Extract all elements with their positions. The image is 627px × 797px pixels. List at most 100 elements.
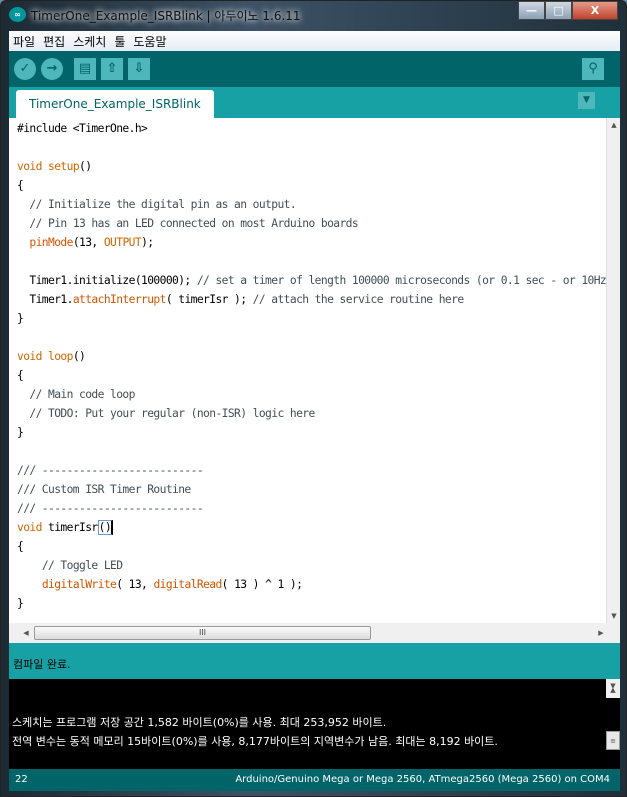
code-token: ); (141, 236, 154, 249)
code-line: /// -------------------------- (17, 499, 620, 518)
code-line: { (17, 537, 620, 556)
menu-help[interactable]: 도움말 (129, 33, 170, 50)
code-line: } (17, 309, 620, 328)
code-editor[interactable]: #include <TimerOne.h> void setup(){ // I… (9, 118, 620, 623)
scroll-up-icon[interactable]: ▲ (607, 118, 620, 132)
horizontal-scrollbar[interactable]: ◀ III ▶ (9, 623, 620, 643)
code-line: { (17, 366, 620, 385)
code-keyword: digitalWrite (41, 578, 117, 591)
board-info: Arduino/Genuino Mega or Mega 2560, ATmeg… (235, 774, 610, 785)
scroll-left-icon[interactable]: ◀ (19, 626, 33, 640)
console-output: 스케치는 프로그램 저장 공간 1,582 바이트(0%)를 사용. 최대 25… (9, 679, 620, 769)
code-line: digitalWrite( 13, digitalRead( 13 ) ^ 1 … (17, 575, 620, 594)
code-line: } (17, 594, 620, 613)
code-line: // Toggle LED (17, 556, 620, 575)
code-comment: /// -------------------------- (17, 464, 204, 477)
scroll-down-icon[interactable]: ▼ (606, 677, 620, 696)
code-token: Timer1.initialize(100000); (17, 274, 197, 287)
code-token: { (17, 369, 24, 382)
code-line: // TODO: Put your regular (non-ISR) logi… (17, 404, 620, 423)
menu-sketch[interactable]: 스케치 (69, 33, 110, 50)
code-line: /// Custom ISR Timer Routine (17, 480, 620, 499)
console-scrollbar[interactable]: ▲ ≡ ▼ (606, 677, 620, 750)
code-token: ( 13, (116, 578, 154, 591)
code-keyword: digitalRead (153, 578, 222, 591)
code-token: (13, (72, 236, 104, 249)
tab-bar: TimerOne_Example_ISRBlink ▼ (9, 87, 620, 118)
code-token: () (79, 160, 92, 173)
code-keyword: attachInterrupt (72, 293, 167, 306)
code-comment: /// Custom ISR Timer Routine (17, 483, 191, 496)
tab-menu-button[interactable]: ▼ (578, 92, 595, 109)
code-comment: /// -------------------------- (17, 502, 204, 515)
status-message: 컴파일 완료. (9, 643, 620, 679)
code-line: /// -------------------------- (17, 461, 620, 480)
upload-button[interactable]: → (41, 58, 63, 80)
code-keyword: void (17, 160, 42, 173)
code-comment: // Pin 13 has an LED connected on most A… (29, 217, 359, 230)
console-line: 스케치는 프로그램 저장 공간 1,582 바이트(0%)를 사용. 최대 25… (12, 716, 387, 729)
code-keyword: setup (48, 160, 80, 173)
code-token: () (72, 350, 86, 363)
code-comment: // set a timer of length 100000 microsec… (196, 274, 620, 287)
title-bar: ∞ TimerOne_Example_ISRBlink | 아두이노 1.6.1… (1, 1, 626, 31)
code-keyword: loop (48, 350, 73, 363)
status-footer: 22 Arduino/Genuino Mega or Mega 2560, AT… (9, 769, 620, 791)
code-line: Timer1.initialize(100000); // set a time… (17, 271, 620, 290)
arduino-window: ∞ TimerOne_Example_ISRBlink | 아두이노 1.6.1… (0, 0, 627, 797)
code-comment: // Initialize the digital pin as an outp… (29, 198, 297, 211)
console-line: 전역 변수는 동적 메모리 15바이트(0%)를 사용, 8,177바이트의 지… (12, 735, 498, 748)
code-token: #include <TimerOne.h> (17, 122, 148, 135)
toolbar: ✓ → ▤ ⇧ ⇩ ⚲ (9, 51, 620, 87)
text-cursor: () (97, 520, 114, 535)
vertical-scrollbar[interactable]: ▲ ▼ (606, 118, 620, 623)
scroll-right-icon[interactable]: ▶ (594, 626, 608, 640)
code-token: { (17, 179, 24, 192)
verify-button[interactable]: ✓ (14, 58, 36, 80)
code-line: Timer1.attachInterrupt( timerIsr ); // a… (17, 290, 620, 309)
code-token: ( 13 ) ^ 1 ); (221, 578, 303, 591)
close-button[interactable]: X (572, 1, 618, 20)
line-number: 22 (15, 774, 28, 785)
minimize-button[interactable]: — (518, 1, 545, 20)
maximize-button[interactable]: □ (545, 1, 572, 20)
code-token: { (17, 540, 24, 553)
code-comment: // attach the service routine here (252, 293, 464, 306)
menu-tools[interactable]: 툴 (110, 33, 129, 50)
scroll-down-icon[interactable]: ▼ (607, 609, 620, 623)
scroll-thumb[interactable]: ≡ (606, 731, 620, 750)
menu-bar: 파일 편집 스케치 툴 도움말 (9, 31, 620, 51)
open-button[interactable]: ⇧ (101, 58, 123, 80)
tab-sketch[interactable]: TimerOne_Example_ISRBlink (16, 90, 214, 118)
scroll-thumb[interactable]: III (34, 626, 371, 640)
menu-edit[interactable]: 편집 (39, 33, 69, 50)
code-token: } (17, 312, 24, 325)
code-keyword: void (17, 350, 42, 363)
code-keyword: void (17, 521, 42, 534)
new-sketch-button[interactable]: ▤ (74, 58, 96, 80)
code-keyword: pinMode (29, 236, 73, 249)
code-line: // Main code loop (17, 385, 620, 404)
code-line: } (17, 423, 620, 442)
arduino-logo-icon: ∞ (9, 7, 26, 22)
code-line: void setup() (17, 157, 620, 176)
code-area[interactable]: #include <TimerOne.h> void setup(){ // I… (17, 119, 620, 613)
save-button[interactable]: ⇩ (128, 58, 150, 80)
code-line: #include <TimerOne.h> (17, 119, 620, 138)
code-line: pinMode(13, OUTPUT); (17, 233, 620, 252)
serial-monitor-button[interactable]: ⚲ (582, 58, 604, 80)
code-comment: // Main code loop (29, 388, 135, 401)
code-token: Timer1. (17, 293, 73, 306)
code-line: void loop() (17, 347, 620, 366)
menu-file[interactable]: 파일 (9, 33, 39, 50)
code-comment: // Toggle LED (41, 559, 123, 572)
code-token: } (17, 597, 24, 610)
